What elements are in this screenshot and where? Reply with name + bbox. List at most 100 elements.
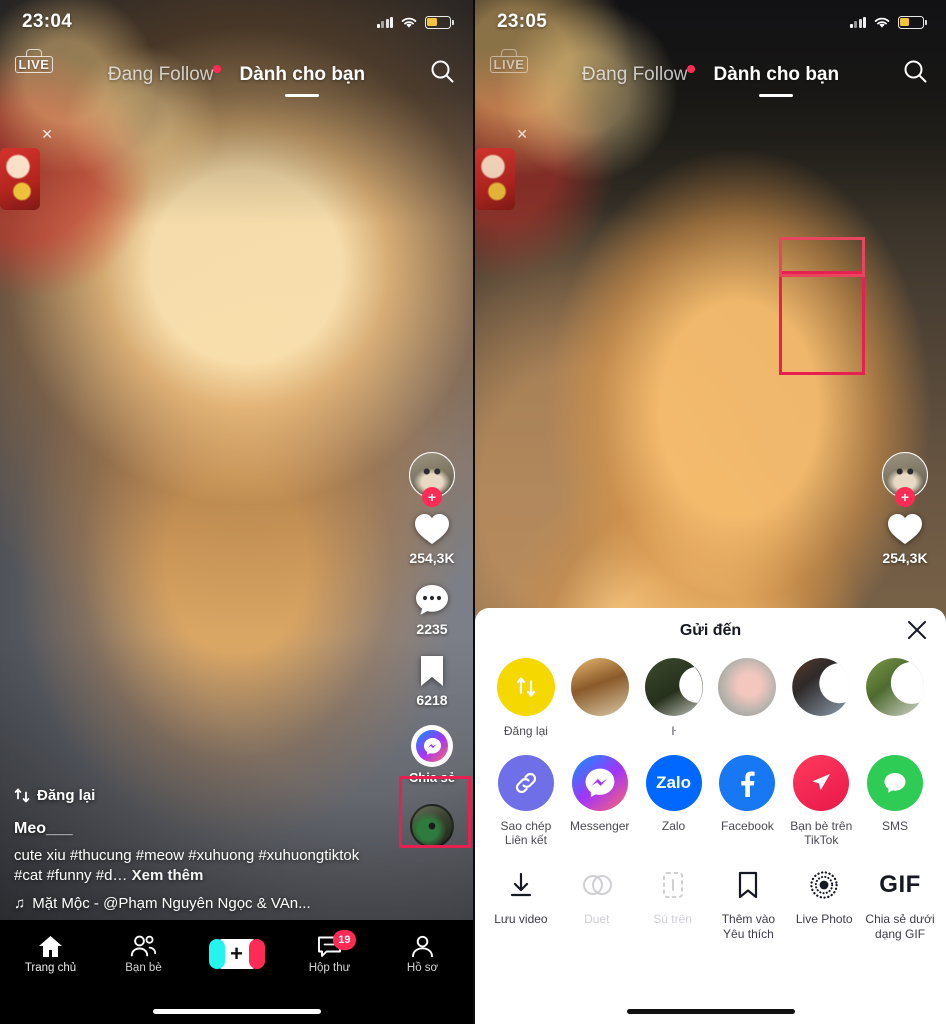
share-actions-row: Lưu video Duet Sú trên Thêm vào Yêu thíc… <box>475 848 946 941</box>
comment-icon <box>416 585 448 615</box>
share-app-tiktok-friends-label: Bạn bè trên TikTok <box>790 818 853 848</box>
action-luu-video[interactable]: Lưu video <box>483 862 559 941</box>
tab-dang-follow[interactable]: Đang Follow <box>108 64 222 90</box>
nav-item-ban-be[interactable]: Bạn bè <box>102 935 186 974</box>
action-duet: Duet <box>559 862 635 941</box>
promo-widget-right[interactable]: ✕ <box>475 120 531 210</box>
share-app-sms[interactable]: SMS <box>858 754 932 848</box>
wifi-icon <box>401 17 417 28</box>
share-app-facebook-label: Facebook <box>721 818 774 833</box>
contact-1[interactable] <box>563 658 637 739</box>
like-button[interactable]: 254,3K <box>409 512 455 566</box>
friends-icon <box>130 935 157 956</box>
nav-item-trang-chu[interactable]: Trang chủ <box>9 935 93 974</box>
music-disc-icon[interactable] <box>410 804 454 848</box>
tab-danh-cho-ban-label-right: Dành cho bạn <box>713 64 840 85</box>
gif-text: GIF <box>879 870 921 898</box>
action-rail-right: + 254,3K <box>872 452 938 583</box>
action-rail-left: + 254,3K 2235 6218 Chia sẻ <box>399 452 465 848</box>
messenger-icon <box>416 730 448 762</box>
feed-tabs-right: Đang Follow Dành cho bạn <box>475 64 946 97</box>
share-app-sms-label: SMS <box>882 818 909 833</box>
feed-tab-bar-left: LIVE Đang Follow Dành cho bạn <box>0 49 473 100</box>
action-live-photo[interactable]: Live Photo <box>786 862 862 941</box>
home-indicator-right <box>626 1009 795 1014</box>
close-icon[interactable]: ✕ <box>41 127 53 141</box>
caption-text: cute xiu #thucung #meow #xuhuong #xuhuon… <box>14 846 387 887</box>
author-avatar-button-right[interactable]: + <box>882 452 928 507</box>
action-them-vao-yeu-thich[interactable]: Thêm vào Yêu thích <box>710 862 786 941</box>
nav-label-trang-chu: Trang chủ <box>24 961 77 974</box>
share-app-zalo[interactable]: Zalo Zalo <box>637 754 711 848</box>
facebook-icon <box>719 754 776 811</box>
like-button-right[interactable]: 254,3K <box>882 512 928 566</box>
live-photo-icon <box>797 862 851 908</box>
active-tab-underline <box>759 94 794 97</box>
search-button-right[interactable] <box>902 58 928 84</box>
repost-icon <box>14 788 30 802</box>
share-app-messenger[interactable]: Messenger <box>563 754 637 848</box>
close-icon[interactable] <box>906 619 928 646</box>
comment-button[interactable]: 2235 <box>414 583 450 637</box>
tab-dang-follow-right[interactable]: Đang Follow <box>581 64 696 90</box>
follow-plus-badge[interactable]: + <box>422 487 442 507</box>
follow-plus-badge[interactable]: + <box>895 487 915 507</box>
action-chia-se-gif-label: Chia sẻ dưới dạng GIF <box>865 911 935 941</box>
share-apps-row: Sao chép Liên kết Messenger Zalo Zalo Fa… <box>475 739 946 848</box>
status-bar-right: 23:05 <box>475 0 946 44</box>
left-phone-screen: 23:04 LIVE Đang Follow Dành cho bạn ✕ + … <box>0 0 473 1024</box>
heart-icon <box>415 514 449 544</box>
share-app-copy-link[interactable]: Sao chép Liên kết <box>489 754 563 848</box>
bookmark-button[interactable]: 6218 <box>416 654 448 708</box>
caption-username[interactable]: Meo___ <box>14 820 387 838</box>
contact-avatar-2 <box>645 658 703 716</box>
status-bar-left: 23:04 <box>0 0 473 44</box>
repost-label: Đăng lại <box>37 786 96 804</box>
music-note-icon: ♫ <box>14 895 26 912</box>
tab-dang-follow-label-right: Đang Follow <box>581 64 688 85</box>
contact-repost[interactable]: Đăng lại <box>489 658 563 739</box>
feed-tabs: Đang Follow Dành cho bạn <box>0 64 473 97</box>
tab-danh-cho-ban[interactable]: Dành cho bạn <box>239 64 365 97</box>
search-button[interactable] <box>429 58 455 84</box>
contact-5[interactable] <box>858 658 932 739</box>
action-chia-se-gif[interactable]: GIF Chia sẻ dưới dạng GIF <box>862 862 938 941</box>
share-button[interactable]: Chia sẻ <box>409 725 455 785</box>
share-messenger-avatar <box>411 725 453 767</box>
stitch-icon <box>646 862 700 908</box>
profile-icon <box>412 935 433 957</box>
link-icon <box>497 754 554 811</box>
promo-widget[interactable]: ✕ <box>0 120 56 210</box>
caption-more-link[interactable]: Xem thêm <box>132 867 204 884</box>
action-luu-video-label: Lưu video <box>494 911 548 926</box>
status-clock-right: 23:05 <box>497 11 548 32</box>
contact-avatar-1 <box>570 658 629 716</box>
action-duet-label: Duet <box>584 911 610 926</box>
tab-danh-cho-ban-right[interactable]: Dành cho bạn <box>713 64 840 97</box>
duet-icon <box>570 862 624 908</box>
download-icon <box>494 862 548 908</box>
caption-music[interactable]: ♫ Mặt Mộc - @Phạm Nguyên Ngọc & VAn... <box>14 895 387 912</box>
nav-item-hop-thu[interactable]: 19 Hộp thư <box>288 929 372 974</box>
notification-dot <box>213 65 222 73</box>
sms-icon <box>867 754 924 811</box>
contact-2[interactable]: ŀ <box>637 658 711 739</box>
nav-label-hop-thu: Hộp thư <box>308 961 351 974</box>
close-icon[interactable]: ✕ <box>516 127 528 141</box>
repost-indicator[interactable]: Đăng lại <box>14 787 387 804</box>
share-app-facebook[interactable]: Facebook <box>710 754 784 848</box>
contact-3[interactable] <box>710 658 784 739</box>
share-app-tiktok-friends[interactable]: Bạn bè trên TikTok <box>784 754 858 848</box>
contact-4[interactable] <box>784 658 858 739</box>
tiktok-send-icon <box>793 754 850 811</box>
nav-item-ho-so[interactable]: Hồ sơ <box>381 935 465 974</box>
inbox-badge: 19 <box>333 929 356 950</box>
status-icons-right <box>849 15 927 29</box>
promo-artwork <box>0 148 40 210</box>
cellular-bars-icon <box>376 16 393 28</box>
contact-2-label: ŀ <box>671 724 676 738</box>
like-count-right: 254,3K <box>882 550 928 566</box>
nav-item-create[interactable]: + <box>195 939 279 969</box>
author-avatar-button[interactable]: + <box>409 452 455 507</box>
contact-repost-label: Đăng lại <box>503 724 548 738</box>
